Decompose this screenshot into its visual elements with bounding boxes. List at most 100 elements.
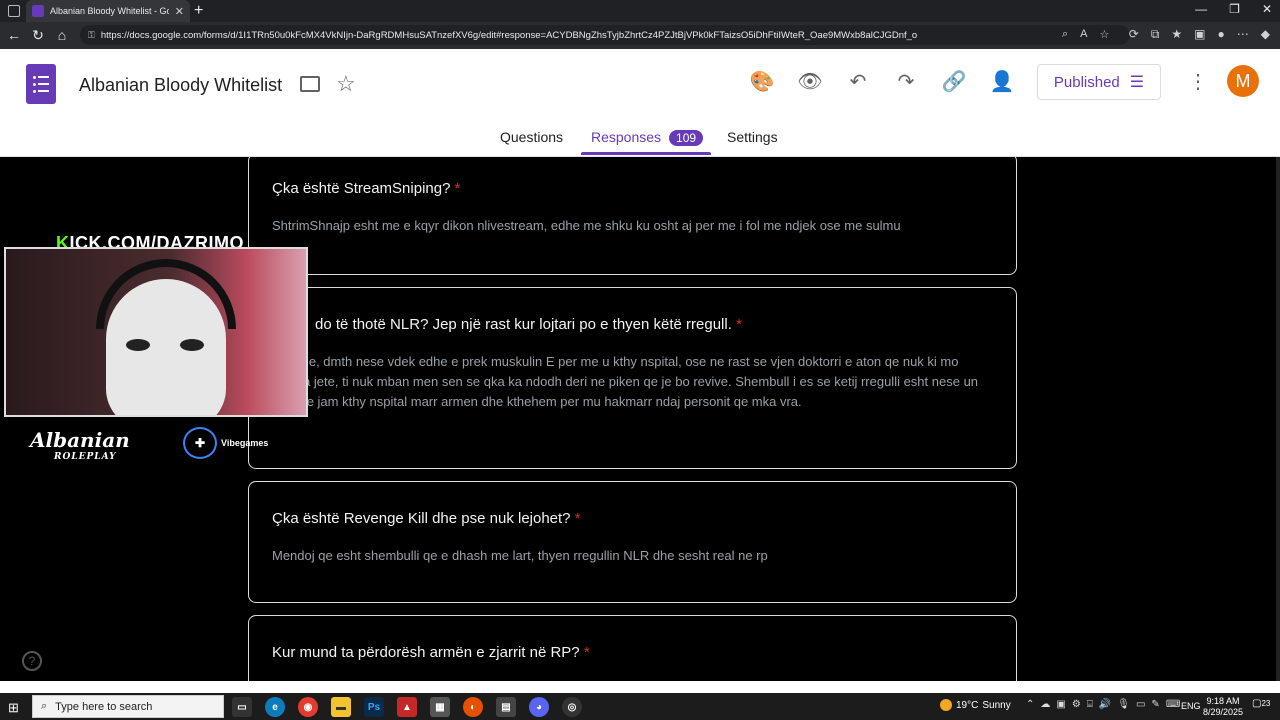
close-window-icon[interactable]: ✕ (1262, 2, 1272, 16)
taskbar-clock[interactable]: 9:18 AM 8/29/2025 (1203, 696, 1243, 718)
add-collaborator-icon[interactable]: 👤 (989, 69, 1015, 94)
reload-icon[interactable]: ↻ (26, 27, 50, 44)
network-icon[interactable]: ⌸ (1087, 699, 1093, 710)
tab-settings[interactable]: Settings (727, 129, 778, 145)
form-title[interactable]: Albanian Bloody Whitelist (79, 75, 282, 96)
site-info-icon[interactable]: ⚿ (88, 30, 95, 41)
tab-questions[interactable]: Questions (500, 129, 563, 145)
taskbar-search-input[interactable]: ⌕ Type here to search (32, 695, 224, 718)
question-text: Çka është StreamSniping? * (272, 180, 461, 197)
battery-icon[interactable]: ▭ (1136, 699, 1145, 710)
url-text: https://docs.google.com/forms/d/1I1TRn50… (100, 29, 918, 41)
obs-icon[interactable]: ◎ (562, 697, 582, 717)
window-menu-icon[interactable] (8, 5, 20, 17)
language-indicator[interactable]: ENG (1181, 701, 1201, 711)
clock-date: 8/29/2025 (1203, 707, 1244, 717)
maximize-icon[interactable]: ❐ (1229, 2, 1240, 16)
star-icon[interactable]: ☆ (336, 71, 356, 97)
published-label: Published (1053, 73, 1120, 91)
weather-desc: Sunny (982, 699, 1011, 711)
read-aloud-icon[interactable]: A (1080, 28, 1087, 41)
question-text: Çka është Revenge Kill dhe pse nuk lejoh… (272, 510, 581, 527)
undo-icon[interactable]: ↶ (845, 69, 871, 94)
address-bar-row: ← ↻ ⌂ ⚿ https://docs.google.com/forms/d/… (0, 22, 1280, 49)
back-icon[interactable]: ← (2, 27, 26, 43)
close-tab-icon[interactable]: ✕ (175, 5, 184, 18)
tray-app-icon[interactable]: ☁ (1040, 699, 1050, 710)
volume-icon[interactable]: 🔊 (1099, 699, 1111, 710)
discord-icon[interactable]: ◕ (529, 697, 549, 717)
mic-icon[interactable]: 🎙 (1117, 699, 1130, 710)
weather-temp: 19°C (956, 699, 979, 711)
profile-icon[interactable]: ● (1218, 27, 1225, 42)
help-icon[interactable]: ? (22, 651, 42, 671)
albanian-roleplay-logo: Albanian ROLEPLAY (30, 428, 130, 462)
avatar[interactable]: M (1227, 65, 1259, 97)
browser-menu-icon[interactable]: ⋯ (1237, 27, 1249, 42)
tray-app-icon[interactable]: ⚙ (1072, 699, 1081, 710)
page-bottom-bar (0, 681, 1280, 693)
photoshop-icon[interactable]: Ps (364, 697, 384, 717)
response-card-4: Kur mund ta përdorësh armën e zjarrit në… (248, 615, 1017, 681)
edge-icon[interactable]: e (265, 697, 285, 717)
page-scrollbar[interactable] (1276, 157, 1280, 681)
google-forms-logo-icon[interactable] (26, 64, 56, 104)
file-explorer-icon[interactable]: ▬ (331, 697, 351, 717)
browser-tab[interactable]: Albanian Bloody Whitelist - Goog ✕ (26, 0, 190, 22)
favorite-icon[interactable]: ☆ (1100, 28, 1110, 41)
home-icon[interactable]: ⌂ (50, 27, 74, 43)
answer-text: ShtrimShnajp esht me e kqyr dikon nlives… (272, 218, 901, 233)
published-button[interactable]: Published ☰ (1037, 64, 1161, 100)
copilot-icon[interactable]: ◆ (1261, 27, 1270, 42)
form-tabs: Questions Responses 109 Settings (0, 127, 1280, 157)
chrome-icon[interactable]: ◉ (298, 697, 318, 717)
webcam-overlay (4, 247, 308, 417)
notification-icon[interactable]: ▢23 (1252, 698, 1270, 709)
new-tab-icon[interactable]: + (194, 2, 203, 20)
browser-tab-strip: Albanian Bloody Whitelist - Goog ✕ + — ❐… (0, 0, 1280, 22)
vibegames-logo: ✚ Vibegames (183, 427, 268, 459)
split-screen-icon[interactable]: ⧉ (1151, 27, 1160, 42)
red-app-icon[interactable]: ▲ (397, 697, 417, 717)
response-card-3: Çka është Revenge Kill dhe pse nuk lejoh… (248, 481, 1017, 603)
responses-count-badge: 109 (669, 130, 704, 146)
tray-app-icon[interactable]: ▣ (1056, 699, 1065, 710)
forms-favicon-icon (32, 5, 44, 17)
favorites-icon[interactable]: ★ (1171, 27, 1182, 42)
store-icon[interactable]: ▤ (496, 697, 516, 717)
notification-count: 23 (1261, 699, 1271, 708)
tune-icon: ☰ (1129, 74, 1145, 91)
link-icon[interactable]: 🔗 (941, 69, 967, 94)
tray-chevron-icon[interactable]: ⌃ (1026, 699, 1034, 710)
gamepad-icon: ✚ (183, 427, 217, 459)
active-tab-indicator (581, 152, 711, 155)
blender-icon[interactable]: ◐ (463, 697, 483, 717)
windows-taskbar: ⊞ ⌕ Type here to search ▭ e ◉ ▬ Ps ▲ ▦ ◐… (0, 693, 1280, 720)
question-text: Kur mund ta përdorësh armën e zjarrit në… (272, 644, 590, 661)
zoom-icon[interactable]: ⌕ (1062, 28, 1068, 41)
question-text: do të thotë NLR? Jep një rast kur lojtar… (315, 316, 742, 333)
extensions-icon[interactable]: ⟳ (1129, 27, 1139, 42)
collections-icon[interactable]: ▣ (1194, 27, 1205, 42)
grid-app-icon[interactable]: ▦ (430, 697, 450, 717)
response-card-2: do të thotë NLR? Jep një rast kur lojtar… (248, 287, 1017, 469)
keyboard-icon[interactable]: ⌨ (1166, 699, 1180, 710)
url-input[interactable]: ⚿ https://docs.google.com/forms/d/1I1TRn… (80, 25, 1130, 45)
preview-eye-icon[interactable]: 👁 (797, 69, 823, 94)
system-tray: ⌃ ☁ ▣ ⚙ ⌸ 🔊 🎙 ▭ ✎ ⌨ (1026, 699, 1180, 710)
search-icon: ⌕ (41, 700, 48, 712)
sunny-icon (940, 699, 952, 711)
more-vert-icon[interactable]: ⋮ (1188, 69, 1208, 94)
windows-start-icon[interactable]: ⊞ (8, 700, 19, 716)
pen-icon[interactable]: ✎ (1151, 699, 1159, 710)
weather-widget[interactable]: 19°C Sunny (940, 699, 1011, 711)
answer-text: ife Rule, dmth nese vdek edhe e prek mus… (272, 354, 979, 409)
redo-icon[interactable]: ↷ (893, 69, 919, 94)
response-card-1: Çka është StreamSniping? * ShtrimShnajp … (248, 157, 1017, 275)
task-view-icon[interactable]: ▭ (232, 697, 252, 717)
palette-icon[interactable]: 🎨 (749, 69, 775, 94)
folder-icon[interactable] (300, 76, 320, 92)
tab-responses[interactable]: Responses 109 (591, 129, 704, 146)
pinned-apps: ▭ e ◉ ▬ Ps ▲ ▦ ◐ ▤ ◕ ◎ (232, 697, 582, 717)
minimize-icon[interactable]: — (1195, 2, 1207, 16)
